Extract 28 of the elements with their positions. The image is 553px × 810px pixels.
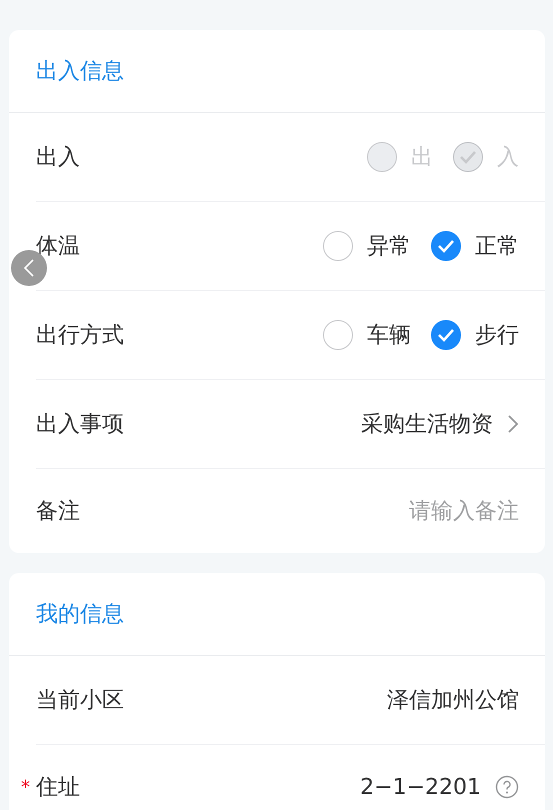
field-label: 住址 [36,774,80,802]
field-label: 备注 [36,498,80,526]
section-title: 出入信息 [36,58,124,86]
chevron-left-icon [23,258,35,278]
radio-button[interactable] [323,320,353,350]
section-title: 我的信息 [36,601,124,629]
field-value: 2−1−2201 [360,774,481,800]
option-label: 异常 [367,233,411,261]
radio-button[interactable] [431,231,461,261]
chevron-right-icon [507,414,519,434]
field-label: 当前小区 [36,687,124,715]
check-icon [437,328,455,342]
option-label: 车辆 [367,322,411,350]
field-label: 出入 [36,144,80,172]
required-mark: * [21,776,30,798]
help-icon[interactable] [495,775,519,799]
radio-button[interactable] [323,231,353,261]
field-value[interactable]: 采购生活物资 [361,409,493,439]
field-label: 出入事项 [36,411,124,439]
input-field[interactable]: 请输入备注 [319,498,519,524]
radio-button[interactable] [431,320,461,350]
field-label: 体温 [36,233,80,261]
option-label: 步行 [475,322,519,350]
check-icon [459,150,477,164]
field-label: 出行方式 [36,322,124,350]
check-icon [437,239,455,253]
field-value: 泽信加州公馆 [387,687,519,715]
option-label: 正常 [475,233,519,261]
